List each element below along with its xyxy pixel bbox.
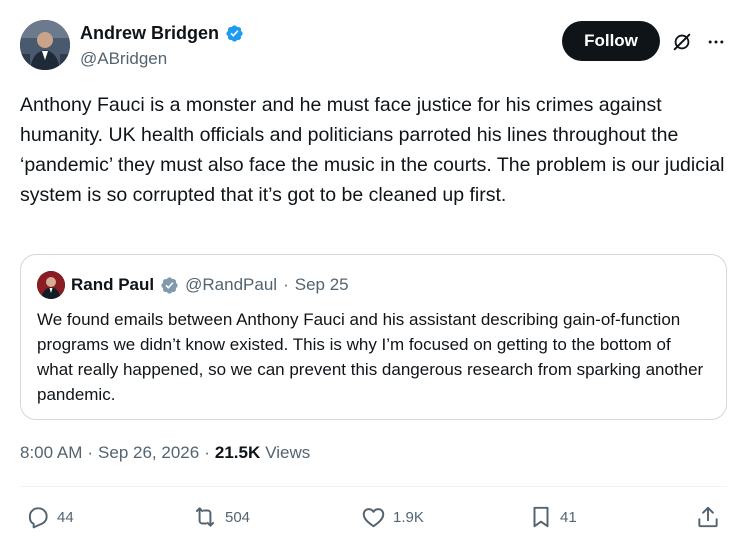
views-count: 21.5K — [214, 443, 261, 462]
tweet-time[interactable]: 8:00 AM — [20, 443, 82, 463]
bookmark-icon — [528, 504, 554, 530]
repost-button[interactable]: 504 — [191, 500, 250, 534]
repost-icon — [191, 504, 219, 530]
meta-separator: · — [87, 443, 94, 462]
tweet-meta: 8:00 AM · Sep 26, 2026 · 21.5K Views — [20, 443, 310, 463]
meta-separator: · — [204, 443, 210, 462]
quoted-tweet[interactable]: Rand Paul @RandPaul · Sep 25 We found em… — [20, 254, 727, 420]
more-icon[interactable] — [702, 28, 730, 56]
verified-badge-icon — [225, 24, 244, 43]
share-button[interactable] — [695, 500, 721, 534]
tweet-text: Anthony Fauci is a monster and he must f… — [20, 94, 725, 206]
verified-badge-icon — [160, 276, 179, 295]
bookmark-button[interactable]: 41 — [528, 500, 577, 534]
quote-author-name: Rand Paul — [71, 275, 155, 294]
action-bar: 44 504 1.9K 41 — [0, 500, 745, 534]
share-icon — [695, 504, 721, 530]
quote-separator: · — [283, 275, 289, 294]
divider — [20, 486, 727, 487]
author-handle[interactable]: @ABridgen — [80, 48, 244, 70]
follow-button[interactable]: Follow — [562, 21, 660, 61]
bookmark-count: 41 — [560, 508, 577, 526]
reply-button[interactable]: 44 — [25, 500, 74, 534]
quote-header: Rand Paul @RandPaul · Sep 25 — [37, 271, 349, 299]
like-icon — [360, 504, 387, 530]
quote-text: We found emails between Anthony Fauci an… — [37, 310, 704, 404]
reply-icon — [25, 504, 51, 530]
quote-author-handle: @RandPaul — [185, 275, 278, 294]
author-avatar[interactable] — [20, 20, 70, 70]
reply-count: 44 — [57, 508, 74, 526]
quote-date: Sep 25 — [294, 275, 349, 294]
like-count: 1.9K — [393, 508, 424, 526]
views-label: Views — [265, 443, 311, 462]
author-name[interactable]: Andrew Bridgen — [80, 22, 219, 44]
repost-count: 504 — [225, 508, 251, 526]
grok-icon[interactable] — [668, 28, 696, 56]
quote-avatar — [37, 271, 65, 299]
author-block: Andrew Bridgen @ABridgen — [80, 22, 244, 70]
tweet-date[interactable]: Sep 26, 2026 — [98, 443, 199, 463]
like-button[interactable]: 1.9K — [360, 500, 424, 534]
